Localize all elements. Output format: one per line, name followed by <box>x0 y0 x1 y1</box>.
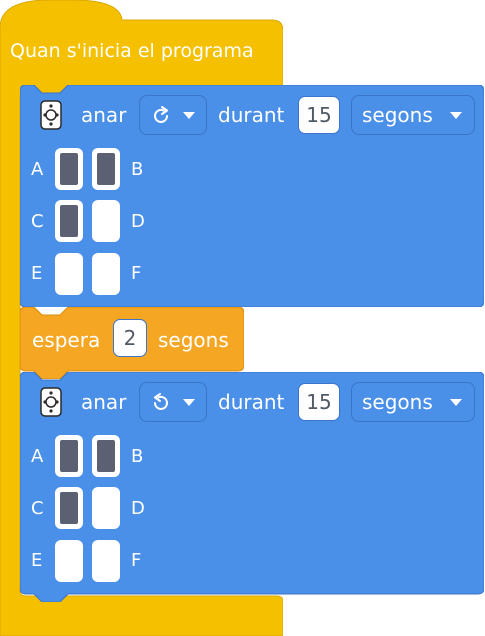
wait-block[interactable]: espera 2 segons <box>20 307 244 379</box>
unit-dropdown[interactable]: segons <box>351 95 475 135</box>
port-c-toggle[interactable] <box>55 487 83 529</box>
rotate-counterclockwise-icon <box>150 392 172 418</box>
port-label-f: F <box>131 263 142 284</box>
port-label-c: C <box>31 211 44 232</box>
unit-dropdown[interactable]: segons <box>351 382 475 422</box>
duration-input[interactable]: 15 <box>298 96 340 134</box>
port-e-toggle[interactable] <box>55 253 83 295</box>
go-label: anar <box>81 390 127 414</box>
wait-duration-value: 2 <box>123 326 137 350</box>
port-label-f: F <box>131 550 142 571</box>
port-label-c: C <box>31 498 44 519</box>
port-label-e: E <box>31 550 43 571</box>
unit-label: segons <box>362 103 433 127</box>
port-c-toggle[interactable] <box>55 200 83 242</box>
motor-pair-icon <box>40 387 62 417</box>
during-label: durant <box>218 103 285 127</box>
during-label: durant <box>218 390 285 414</box>
direction-dropdown[interactable] <box>139 382 207 422</box>
motor-go-block[interactable]: anar durant 15 segons A B C D E F <box>20 372 484 602</box>
event-label: Quan s'inicia el programa <box>10 40 254 62</box>
port-d-toggle[interactable] <box>92 200 120 242</box>
duration-value: 15 <box>306 390 332 414</box>
duration-value: 15 <box>306 103 332 127</box>
port-label-b: B <box>131 446 144 467</box>
wait-unit-label: segons <box>158 328 229 352</box>
port-label-d: D <box>131 498 145 519</box>
port-label-b: B <box>131 159 144 180</box>
motor-go-block[interactable]: anar durant 15 segons A B C D E F <box>20 85 484 307</box>
go-label: anar <box>81 103 127 127</box>
wait-label: espera <box>32 328 101 352</box>
direction-dropdown[interactable] <box>139 95 207 135</box>
rotate-clockwise-icon <box>150 105 172 131</box>
unit-label: segons <box>362 390 433 414</box>
port-label-a: A <box>31 159 44 180</box>
port-b-toggle[interactable] <box>92 435 120 477</box>
port-b-toggle[interactable] <box>92 148 120 190</box>
wait-duration-input[interactable]: 2 <box>113 319 147 357</box>
chevron-down-icon <box>450 399 462 406</box>
port-label-a: A <box>31 446 44 467</box>
duration-input[interactable]: 15 <box>298 383 340 421</box>
port-a-toggle[interactable] <box>55 148 83 190</box>
port-f-toggle[interactable] <box>92 540 120 582</box>
chevron-down-icon <box>183 399 195 406</box>
port-f-toggle[interactable] <box>92 253 120 295</box>
chevron-down-icon <box>450 112 462 119</box>
port-a-toggle[interactable] <box>55 435 83 477</box>
port-label-d: D <box>131 211 145 232</box>
chevron-down-icon <box>183 112 195 119</box>
port-d-toggle[interactable] <box>92 487 120 529</box>
motor-pair-icon <box>40 100 62 130</box>
port-e-toggle[interactable] <box>55 540 83 582</box>
port-label-e: E <box>31 263 43 284</box>
